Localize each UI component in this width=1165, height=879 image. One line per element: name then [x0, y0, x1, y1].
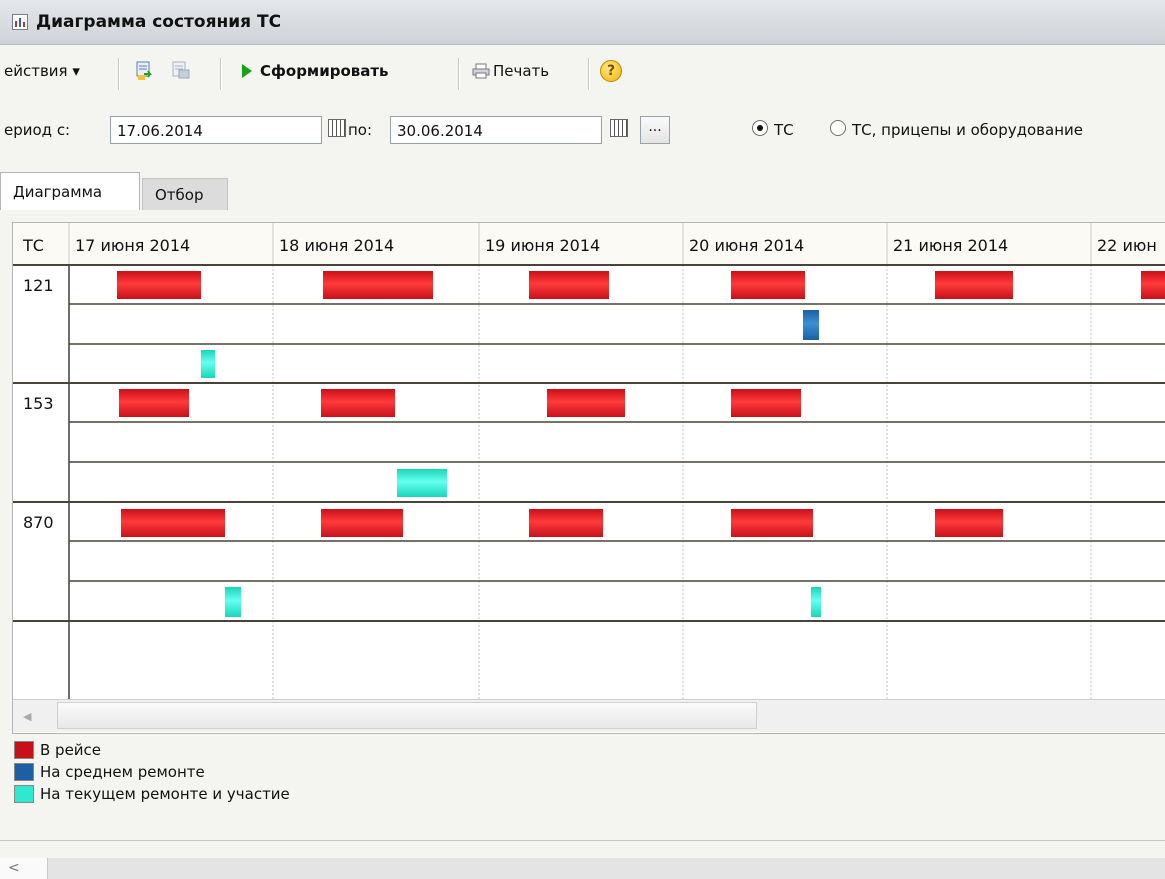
legend-label-current-repair: На текущем ремонте и участие: [40, 785, 290, 803]
period-choose-button[interactable]: ...: [640, 116, 670, 144]
trip-bar: [731, 271, 805, 299]
period-from-label: ериод с:: [4, 121, 71, 139]
trip-bar: [547, 389, 625, 417]
calendar-icon[interactable]: [610, 119, 628, 137]
form-horizontal-scrollbar[interactable]: <: [0, 858, 1165, 879]
trip-bar: [321, 509, 403, 537]
diagram-horizontal-scrollbar[interactable]: ◀: [13, 699, 1165, 732]
radio-ts-all-label[interactable]: ТС, прицепы и оборудование: [852, 121, 1083, 139]
vehicle-label: 121: [23, 276, 54, 295]
tab-diagram[interactable]: Диаграмма: [0, 172, 140, 210]
legend-label-trip: В рейсе: [40, 741, 102, 759]
trip-bar: [935, 509, 1003, 537]
current-repair-bar: [201, 350, 215, 378]
toolbar: ействия ▾ Сформировать Печать ?: [0, 52, 1165, 98]
diagram-canvas: ТС 17 июня 2014 18 июня 2014 19 июня 2014 20…: [13, 223, 1165, 699]
legend-swatch-medium-repair: [14, 763, 34, 781]
chart-icon: [12, 14, 28, 30]
help-button[interactable]: ?: [600, 60, 622, 82]
print-label: Печать: [493, 62, 550, 80]
trip-bar: [529, 509, 603, 537]
calendar-icon[interactable]: [328, 119, 346, 137]
current-repair-bar: [811, 587, 821, 617]
trip-bar: [935, 271, 1013, 299]
status-diagram: ТС 17 июня 2014 18 июня 2014 19 июня 2014 20…: [12, 222, 1165, 734]
scroll-left-arrow-icon[interactable]: ◀: [23, 710, 31, 723]
day-header: 21 июня 2014: [893, 236, 1008, 255]
medium-repair-bar: [803, 310, 819, 340]
period-from-input[interactable]: 17.06.2014: [110, 116, 322, 144]
legend-swatch-current-repair: [14, 785, 34, 803]
radio-ts[interactable]: [752, 120, 768, 136]
day-header: 20 июня 2014: [689, 236, 804, 255]
trip-bar: [121, 509, 225, 537]
window-titlebar: Диаграмма состояния ТС: [0, 0, 1165, 45]
radio-ts-label[interactable]: ТС: [774, 121, 794, 139]
toolbar-separator: [118, 58, 120, 90]
actions-menu[interactable]: ействия ▾: [4, 62, 80, 80]
vehicle-label: 870: [23, 513, 54, 532]
play-icon: [242, 64, 252, 78]
trip-bar: [321, 389, 395, 417]
trip-bar: [731, 509, 813, 537]
legend-swatch-trip: [14, 741, 34, 759]
legend-label-medium-repair: На среднем ремонте: [40, 763, 205, 781]
trip-bar: [529, 271, 609, 299]
printer-icon: [472, 63, 490, 79]
current-repair-bar: [397, 469, 447, 497]
period-to-input[interactable]: 30.06.2014: [390, 116, 602, 144]
legend-item-medium-repair: На среднем ремонте: [14, 762, 414, 784]
legend-item-trip: В рейсе: [14, 740, 414, 762]
trip-bar: [117, 271, 201, 299]
generate-button[interactable]: Сформировать: [242, 62, 389, 80]
legend-item-current-repair: На текущем ремонте и участие: [14, 784, 414, 806]
period-to-label: по:: [348, 121, 373, 139]
toolbar-separator: [588, 58, 590, 90]
radio-ts-all[interactable]: [830, 120, 846, 136]
ts-column-header: ТС: [22, 236, 44, 255]
trip-bar: [1141, 271, 1165, 299]
day-header: 18 июня 2014: [279, 236, 394, 255]
day-header: 17 июня 2014: [75, 236, 190, 255]
trip-bar: [731, 389, 801, 417]
period-selector: ериод с: 17.06.2014 по: 30.06.2014 ... Т…: [0, 110, 1165, 150]
print-button[interactable]: Печать: [472, 62, 549, 80]
window-title: Диаграмма состояния ТС: [36, 12, 282, 32]
trip-bar: [323, 271, 433, 299]
scrollbar-thumb[interactable]: [57, 702, 757, 729]
fill-icon[interactable]: [134, 60, 156, 82]
current-repair-bar: [225, 587, 241, 617]
clear-icon[interactable]: [170, 60, 192, 82]
toolbar-separator: [458, 58, 460, 90]
generate-label: Сформировать: [260, 62, 389, 80]
tab-filter[interactable]: Отбор: [142, 178, 228, 210]
vehicle-label: 153: [23, 394, 54, 413]
legend: В рейсе На среднем ремонте На текущем ре…: [14, 740, 414, 806]
day-header: 19 июня 2014: [485, 236, 600, 255]
toolbar-separator: [220, 58, 222, 90]
tab-bar: Диаграмма Отбор: [0, 172, 1165, 212]
trip-bar: [119, 389, 189, 417]
divider: [0, 840, 1165, 841]
scroll-left-arrow-icon[interactable]: <: [0, 858, 48, 879]
day-header: 22 июн: [1097, 236, 1157, 255]
